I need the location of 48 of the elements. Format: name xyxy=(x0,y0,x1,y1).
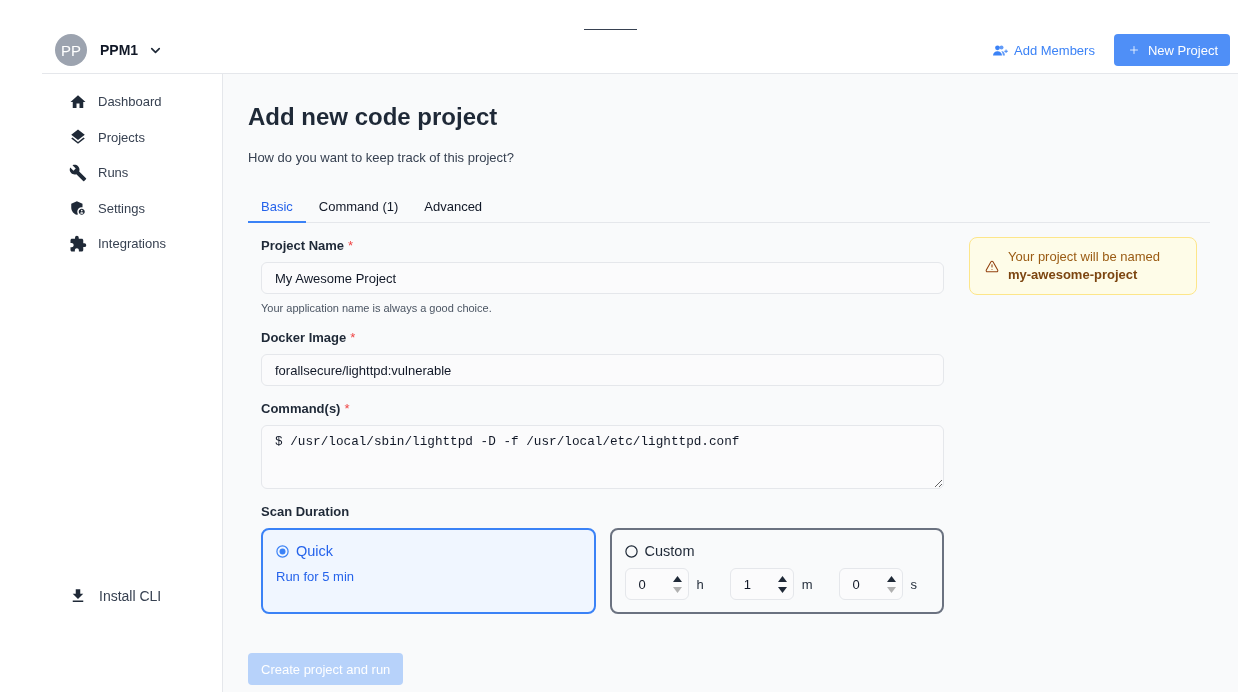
plus-icon xyxy=(1127,44,1140,56)
number-input[interactable]: 0 xyxy=(624,568,689,600)
puzzle-icon xyxy=(69,234,87,253)
field-label: Scan Duration xyxy=(261,503,350,521)
duration-option-card[interactable]: Quick Run for 5 min xyxy=(261,528,596,614)
radio-icon[interactable] xyxy=(624,544,638,558)
tab[interactable]: Command (1) xyxy=(305,192,412,223)
workspace-switcher[interactable]: PPM1 xyxy=(100,42,164,58)
tab[interactable]: Advanced xyxy=(411,192,496,223)
wrench-icon xyxy=(69,163,87,182)
up-triangle-icon[interactable] xyxy=(887,575,897,582)
text-input[interactable]: forallsecure/lighttpd:vulnerable xyxy=(261,354,944,386)
option-description: Run for 5 min xyxy=(276,568,356,586)
option-label: Custom xyxy=(644,542,695,560)
sidebar-item[interactable]: Integrations xyxy=(57,226,210,262)
people-plus-icon xyxy=(993,44,1008,56)
radio-selected-icon[interactable] xyxy=(276,544,289,558)
required-mark: * xyxy=(344,400,350,418)
duration-option-card[interactable]: Custom 0 h 1 m 0 s xyxy=(609,528,944,614)
notice-text: Your project will be named my-awesome-project xyxy=(1008,248,1161,284)
command-textarea[interactable]: $ /usr/local/sbin/lighttpd -D -f /usr/local/etc/lighttpd.conf xyxy=(261,425,944,489)
unit-label: s xyxy=(910,576,918,592)
warning-icon xyxy=(985,258,999,274)
field-label: Docker Image xyxy=(261,329,347,347)
down-triangle-icon[interactable] xyxy=(778,586,788,593)
shield-icon xyxy=(69,199,87,218)
field-label: Project Name xyxy=(261,237,345,255)
sidebar-item[interactable]: Settings xyxy=(57,190,210,226)
field-label: Command(s) xyxy=(261,400,341,418)
unit-label: m xyxy=(801,576,813,592)
option-label: Quick xyxy=(296,542,334,560)
required-mark: * xyxy=(350,329,356,347)
page-subtitle: How do you want to keep track of this project? xyxy=(248,149,515,167)
up-triangle-icon[interactable] xyxy=(778,575,788,582)
number-input[interactable]: 0 xyxy=(838,568,903,600)
text-input[interactable]: My Awesome Project xyxy=(261,262,944,294)
sidebar-item[interactable]: Runs xyxy=(57,155,210,191)
page-title: Add new code project xyxy=(248,102,499,132)
required-mark: * xyxy=(348,237,354,255)
up-triangle-icon[interactable] xyxy=(673,575,682,582)
number-input[interactable]: 1 xyxy=(729,568,794,600)
help-text: Your application name is always a good choice. xyxy=(261,301,493,315)
sidebar-item[interactable]: Install CLI xyxy=(57,578,210,614)
unit-label: h xyxy=(696,576,704,592)
sidebar-item[interactable]: Dashboard xyxy=(57,84,210,120)
tab[interactable]: Basic xyxy=(248,192,306,223)
sidebar-item[interactable]: Projects xyxy=(57,119,210,155)
add-members-link[interactable]: Add Members xyxy=(993,42,1095,58)
